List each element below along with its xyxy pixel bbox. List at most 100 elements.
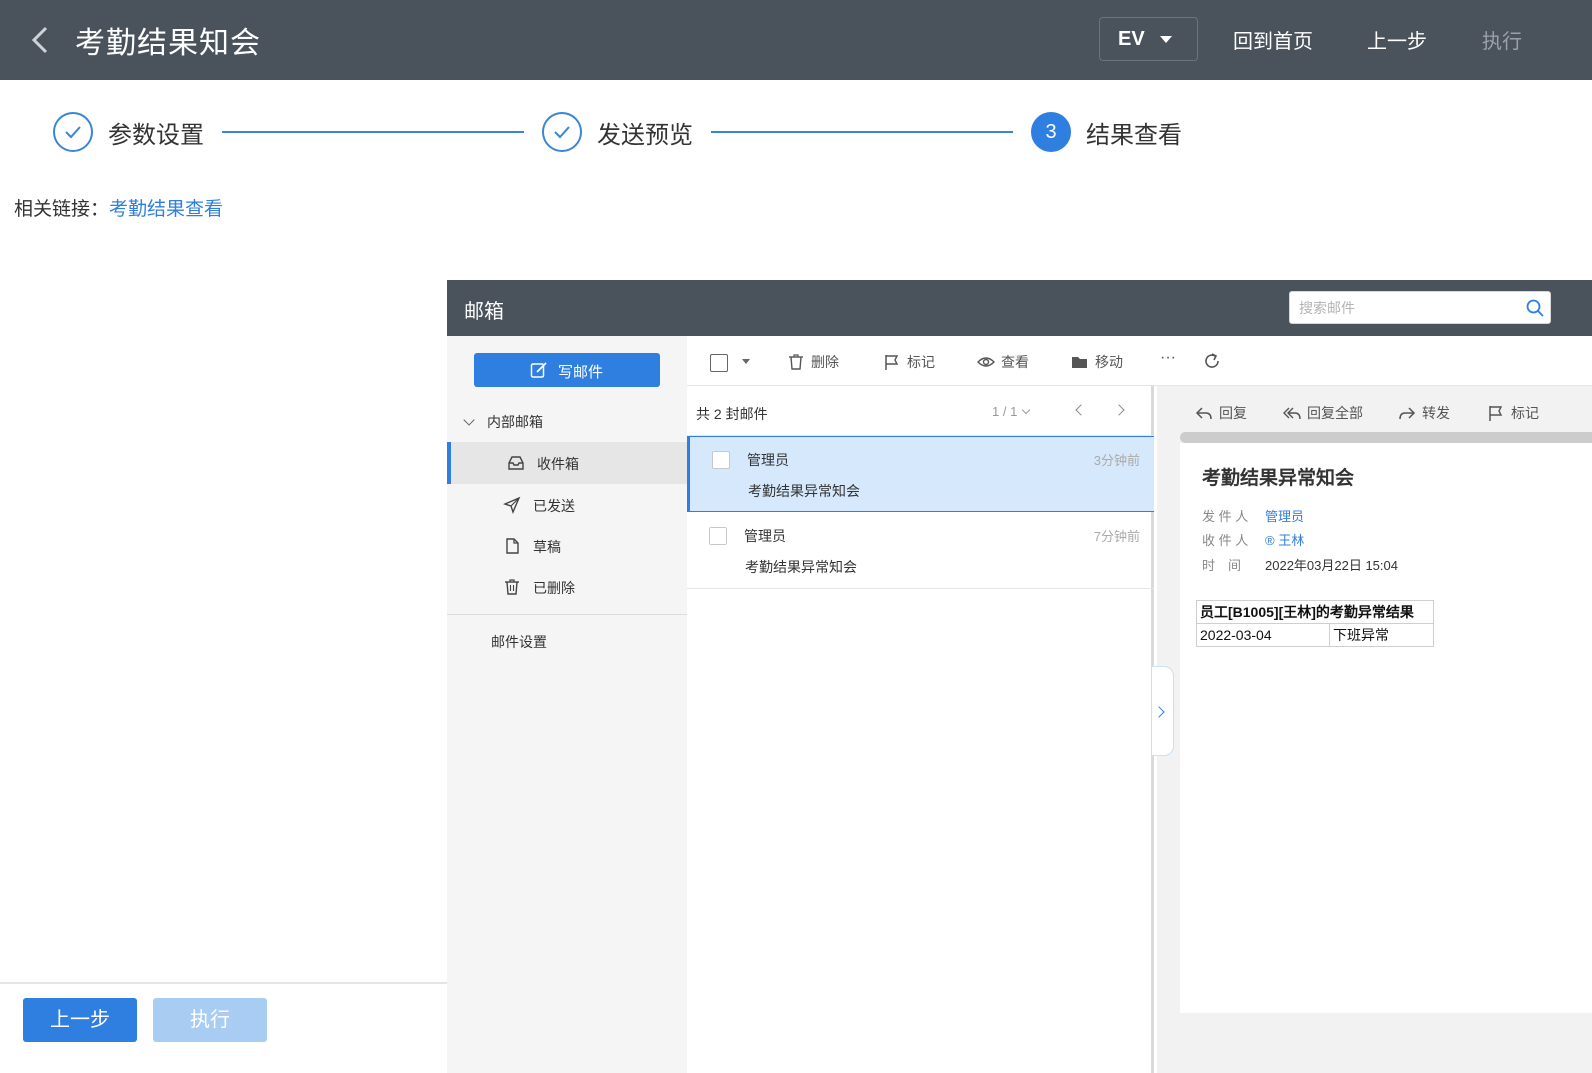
toolbar-delete-label: 删除 <box>811 354 839 370</box>
draft-icon <box>506 538 519 554</box>
env-selector[interactable]: EV <box>1099 17 1198 61</box>
mail-search-box <box>1289 291 1551 324</box>
folder-label: 已删除 <box>533 580 575 596</box>
reply-all-label: 回复全部 <box>1307 405 1363 421</box>
step-2-check-icon <box>542 112 582 152</box>
eye-icon <box>977 357 995 367</box>
mail-settings-link[interactable]: 邮件设置 <box>491 632 547 652</box>
back-arrow-icon[interactable] <box>28 24 52 56</box>
row-checkbox[interactable] <box>712 451 730 469</box>
search-icon[interactable] <box>1525 298 1545 318</box>
message-list: 共 2 封邮件 1 / 1 管理员 考勤结果异常知会 3分钟前 管理员 考勤结果… <box>687 386 1154 1073</box>
toolbar-more-button[interactable]: ··· <box>1160 349 1176 367</box>
recipient-link[interactable]: ® 王林 <box>1265 530 1304 549</box>
page-indicator: 1 / 1 <box>992 404 1018 419</box>
toolbar-move-button[interactable]: 移动 <box>1071 352 1123 372</box>
chevron-down-icon <box>463 414 475 426</box>
reading-pane: 回复 回复全部 转发 标记 考勤结果异常知会 发 件 人 管理员 收 件 人 ®… <box>1157 386 1592 1073</box>
folder-inbox[interactable]: 收件箱 <box>447 442 687 484</box>
step-1-check-icon <box>53 112 93 152</box>
reader-mark-label: 标记 <box>1511 405 1539 421</box>
toolbar-delete-button[interactable]: 删除 <box>787 352 839 372</box>
list-item[interactable]: 管理员 考勤结果异常知会 7分钟前 <box>687 513 1154 589</box>
chevron-right-icon <box>1153 706 1165 718</box>
pane-toggle[interactable] <box>1152 666 1174 756</box>
step-connector <box>711 131 1013 133</box>
reader-mark-button[interactable]: 标记 <box>1487 403 1539 423</box>
recipient-label: 收 件 人 <box>1202 533 1249 548</box>
table-header: 员工[B1005][王林]的考勤异常结果 <box>1196 600 1434 624</box>
folder-label: 收件箱 <box>537 456 579 472</box>
home-button[interactable]: 回到首页 <box>1233 25 1313 54</box>
toolbar-view-button[interactable]: 查看 <box>977 352 1029 372</box>
sender-link[interactable]: 管理员 <box>1265 506 1304 525</box>
footer-prev-button[interactable]: 上一步 <box>23 998 137 1042</box>
horizontal-scrollbar[interactable] <box>1180 432 1592 443</box>
folder-open-icon <box>1072 357 1087 368</box>
message-list-header: 共 2 封邮件 1 / 1 <box>687 386 1154 436</box>
table-row: 2022-03-04 下班异常 <box>1196 623 1434 647</box>
row-checkbox[interactable] <box>709 527 727 545</box>
chevron-down-icon <box>1022 405 1031 415</box>
footer-execute-button[interactable]: 执行 <box>153 998 267 1042</box>
internal-mailbox-group[interactable]: 内部邮箱 <box>463 412 543 432</box>
folder-deleted[interactable]: 已删除 <box>447 566 687 608</box>
step-connector <box>222 131 524 133</box>
next-page-icon[interactable] <box>1113 404 1125 416</box>
sender-label: 发 件 人 <box>1202 509 1249 524</box>
reply-all-button[interactable]: 回复全部 <box>1283 403 1363 423</box>
related-label: 相关链接： <box>14 199 110 220</box>
step-1-label: 参数设置 <box>108 122 204 149</box>
row-time: 3分钟前 <box>1093 453 1140 468</box>
forward-icon <box>1399 407 1416 420</box>
forward-label: 转发 <box>1422 405 1450 421</box>
row-subject: 考勤结果异常知会 <box>745 559 857 575</box>
folder-label: 已发送 <box>533 498 575 514</box>
mailbox-title: 邮箱 <box>464 301 504 323</box>
prev-step-button[interactable]: 上一步 <box>1367 25 1427 54</box>
forward-button[interactable]: 转发 <box>1398 403 1450 423</box>
mailbox-window: 邮箱 写邮件 内部邮箱 收件箱 已发送 草稿 已删除 <box>447 280 1592 1073</box>
message-subject: 考勤结果异常知会 <box>1202 468 1355 489</box>
compose-label: 写邮件 <box>558 364 604 381</box>
folder-drafts[interactable]: 草稿 <box>447 525 687 567</box>
prev-page-icon[interactable] <box>1075 404 1087 416</box>
message-body: 考勤结果异常知会 发 件 人 管理员 收 件 人 ® 王林 时 间 2022年0… <box>1180 443 1592 1013</box>
select-dropdown-icon[interactable] <box>742 359 750 364</box>
group-label: 内部邮箱 <box>487 414 543 430</box>
reply-all-icon <box>1283 407 1301 420</box>
send-icon <box>503 496 521 514</box>
step-2-label: 发送预览 <box>597 122 693 149</box>
reader-toolbar: 回复 回复全部 转发 标记 <box>1157 386 1592 432</box>
execute-button[interactable]: 执行 <box>1482 25 1522 54</box>
attendance-table: 员工[B1005][王林]的考勤异常结果 2022-03-04 下班异常 <box>1196 600 1434 647</box>
page-title: 考勤结果知会 <box>75 27 261 60</box>
flag-icon <box>1489 406 1503 421</box>
caret-down-icon <box>1160 36 1172 43</box>
sidebar-divider <box>447 614 687 615</box>
select-all-checkbox[interactable] <box>710 354 728 372</box>
mail-toolbar: 删除 标记 查看 移动 ··· <box>687 336 1592 386</box>
message-count: 共 2 封邮件 <box>696 406 768 422</box>
refresh-icon[interactable] <box>1203 352 1227 370</box>
row-sender: 管理员 <box>747 452 789 468</box>
mailbox-header: 邮箱 <box>447 280 1592 336</box>
reply-button[interactable]: 回复 <box>1195 403 1247 423</box>
toolbar-view-label: 查看 <box>1001 354 1029 370</box>
attendance-result-link[interactable]: 考勤结果查看 <box>109 199 223 220</box>
folder-sent[interactable]: 已发送 <box>447 484 687 526</box>
toolbar-mark-label: 标记 <box>907 354 935 370</box>
reply-icon <box>1195 407 1212 420</box>
toolbar-mark-button[interactable]: 标记 <box>883 352 935 372</box>
page-selector[interactable]: 1 / 1 <box>992 404 1031 419</box>
list-item[interactable]: 管理员 考勤结果异常知会 3分钟前 <box>687 436 1154 512</box>
compose-button[interactable]: 写邮件 <box>474 353 660 387</box>
time-row: 时 间 2022年03月22日 15:04 <box>1202 555 1398 574</box>
mail-search-input[interactable] <box>1290 292 1510 323</box>
footer-divider <box>0 982 447 984</box>
trash-icon <box>789 354 803 370</box>
env-selector-value: EV <box>1118 28 1145 50</box>
inbox-icon <box>508 456 524 470</box>
row-time: 7分钟前 <box>1093 529 1140 544</box>
message-time: 2022年03月22日 15:04 <box>1265 558 1398 573</box>
